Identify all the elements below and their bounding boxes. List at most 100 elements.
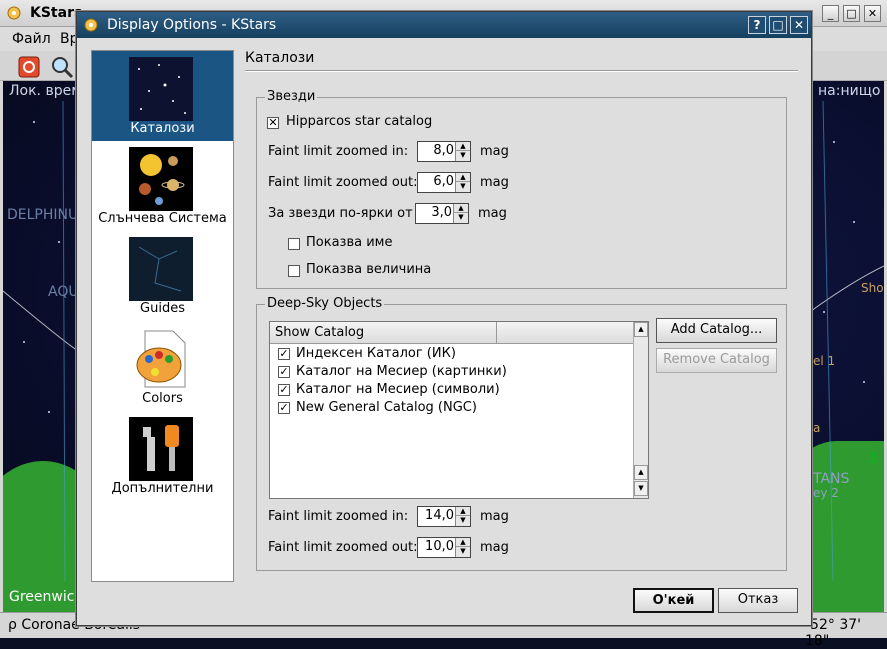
- constellation-guides-icon: [129, 237, 193, 301]
- catalog-row-messier-symbols[interactable]: ✓ Каталог на Месиер (символи): [278, 382, 500, 400]
- page-divider: [245, 70, 798, 72]
- catalog-row-messier-images[interactable]: ✓ Каталог на Месиер (картинки): [278, 364, 507, 382]
- paint-palette-icon: [136, 330, 186, 388]
- spin-down-icon[interactable]: ▼: [456, 182, 470, 191]
- deep-sky-group-legend: Deep-Sky Objects: [265, 296, 385, 311]
- spin-down-icon[interactable]: ▼: [456, 151, 470, 160]
- solar-system-icon: [129, 147, 193, 211]
- close-dialog-button[interactable]: ✕: [790, 16, 808, 34]
- maximize-dialog-button[interactable]: □: [769, 16, 787, 34]
- show-names-label: Показва име: [306, 235, 393, 250]
- spin-down-icon[interactable]: ▼: [454, 213, 468, 222]
- mag-unit: mag: [480, 540, 509, 555]
- greenwich-label: Greenwich: [9, 589, 84, 605]
- show-magnitude-checkbox[interactable]: [288, 265, 300, 277]
- status-coordinates: -52° 37' 18": [805, 617, 861, 649]
- stars-faint-out-label: Faint limit zoomed out:: [268, 175, 418, 190]
- sidebar-item-label: Слънчева Система: [98, 211, 227, 226]
- sidebar-item-label: Каталози: [130, 121, 195, 136]
- cancel-button[interactable]: Отказ: [718, 588, 798, 613]
- show-names-checkbox[interactable]: [288, 238, 300, 250]
- spinbox-value: 10,0: [425, 539, 454, 554]
- kstars-app-icon: [7, 6, 21, 20]
- catalog-name: New General Catalog (NGC): [296, 400, 477, 415]
- catalog-name: Каталог на Месиер (картинки): [296, 364, 507, 379]
- mag-unit: mag: [478, 206, 507, 221]
- sky-label-a: a: [813, 421, 821, 435]
- sky-label-3: 3: [868, 451, 877, 467]
- catalog-checkbox[interactable]: ✓: [278, 365, 290, 378]
- spin-down-icon[interactable]: ▼: [456, 516, 470, 525]
- spin-up-icon[interactable]: ▲: [456, 142, 470, 151]
- spin-up-icon[interactable]: ▲: [456, 538, 470, 547]
- sky-label-sho: Sho: [861, 281, 884, 295]
- catalog-checkbox[interactable]: ✓: [278, 383, 290, 396]
- sky-label-ey2: ey 2: [813, 486, 839, 500]
- deep-sky-faint-out-spinbox[interactable]: 10,0 ▲ ▼: [417, 537, 471, 558]
- add-catalog-button[interactable]: Add Catalog...: [656, 318, 777, 343]
- catalog-list[interactable]: Show Catalog ✓ Индексен Каталог (ИК) ✓ Кат…: [269, 321, 649, 499]
- power-icon[interactable]: [18, 56, 40, 78]
- main-window-title: KStars: [30, 5, 83, 21]
- show-magnitude-label: Показва величина: [306, 262, 432, 277]
- hipparcos-checkbox[interactable]: ✕: [267, 117, 279, 129]
- page-title: Каталози: [245, 50, 315, 66]
- spin-up-icon[interactable]: ▲: [454, 204, 468, 213]
- menu-file[interactable]: Файл: [12, 31, 51, 47]
- sidebar-item-label: Colors: [142, 391, 183, 406]
- star-field-icon: [129, 57, 193, 121]
- dialog-title-bar[interactable]: Display Options - KStars ? □ ✕: [77, 12, 811, 38]
- catalog-scrollbar[interactable]: ▲ ▲ ▼: [633, 322, 648, 498]
- deep-sky-faint-in-spinbox[interactable]: 14,0 ▲ ▼: [417, 506, 471, 527]
- spin-up-icon[interactable]: ▲: [456, 507, 470, 516]
- catalog-checkbox[interactable]: ✓: [278, 401, 290, 414]
- sidebar-item-catalogs[interactable]: Каталози: [92, 51, 233, 141]
- maximize-button[interactable]: □: [843, 5, 860, 22]
- spin-down-icon[interactable]: ▼: [456, 547, 470, 556]
- stars-faint-in-spinbox[interactable]: 8,0 ▲ ▼: [417, 141, 471, 162]
- hipparcos-label: Hipparcos star catalog: [286, 114, 433, 129]
- spinbox-value: 3,0: [431, 205, 452, 220]
- catalog-checkbox[interactable]: ✓: [278, 347, 290, 360]
- stars-faint-out-spinbox[interactable]: 6,0 ▲ ▼: [417, 172, 471, 193]
- sidebar-item-advanced[interactable]: Допълнителни: [92, 411, 233, 501]
- mag-unit: mag: [480, 175, 509, 190]
- dialog-title: Display Options - KStars: [107, 17, 277, 33]
- scroll-up-icon[interactable]: ▲: [634, 465, 648, 480]
- stars-group: Звезди ✕ Hipparcos star catalog Faint li…: [256, 89, 787, 289]
- scroll-down-icon[interactable]: ▼: [634, 481, 648, 496]
- constellation-aquarius: AQU: [48, 284, 79, 300]
- spinbox-value: 6,0: [433, 174, 454, 189]
- stars-faint-in-label: Faint limit zoomed in:: [268, 144, 409, 159]
- close-main-button[interactable]: ✕: [864, 5, 881, 22]
- spinbox-value: 8,0: [433, 143, 454, 158]
- mag-unit: mag: [480, 509, 509, 524]
- constellation-delphinus: DELPHINU: [7, 207, 79, 223]
- remove-catalog-button[interactable]: Remove Catalog: [656, 348, 777, 373]
- focus-label: на:нищо: [818, 83, 881, 99]
- show-catalog-column-header[interactable]: Show Catalog: [270, 322, 497, 344]
- sky-label-el1: el 1: [813, 354, 836, 368]
- ok-button[interactable]: О'кей: [633, 588, 714, 613]
- deep-sky-faint-out-label: Faint limit zoomed out:: [268, 540, 418, 555]
- sidebar-item-guides[interactable]: Guides: [92, 231, 233, 321]
- catalog-row-ngc[interactable]: ✓ New General Catalog (NGC): [278, 400, 477, 418]
- zoom-icon[interactable]: [50, 55, 74, 79]
- catalog-row-ic[interactable]: ✓ Индексен Каталог (ИК): [278, 346, 456, 364]
- catalog-name: Каталог на Месиер (символи): [296, 382, 500, 397]
- spin-up-icon[interactable]: ▲: [456, 173, 470, 182]
- minimize-button[interactable]: _: [822, 5, 839, 22]
- sidebar-item-colors[interactable]: Colors: [92, 321, 233, 411]
- local-time-label: Лок. врем: [9, 83, 82, 99]
- sidebar-item-label: Guides: [140, 301, 185, 316]
- kstars-app-icon: [84, 18, 98, 32]
- options-sidebar: Каталози Слънчева Система Guides Colors …: [91, 50, 234, 582]
- brighter-than-label: За звезди по-ярки от: [268, 206, 413, 221]
- sidebar-item-solar-system[interactable]: Слънчева Система: [92, 141, 233, 231]
- scroll-up-icon[interactable]: ▲: [634, 322, 648, 337]
- help-button[interactable]: ?: [748, 16, 766, 34]
- catalog-list-header: Show Catalog: [270, 322, 634, 344]
- sidebar-item-label: Допълнителни: [111, 481, 214, 496]
- brighter-than-spinbox[interactable]: 3,0 ▲ ▼: [415, 203, 469, 224]
- tools-icon: [129, 417, 193, 481]
